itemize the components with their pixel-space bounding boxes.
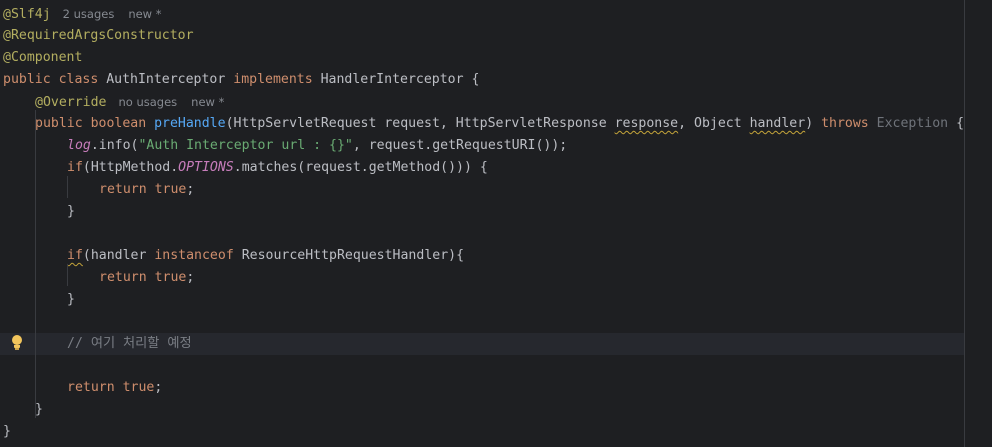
code-token: @Slf4j — [3, 7, 51, 22]
code-line[interactable]: public boolean preHandle(HttpServletRequ… — [0, 113, 964, 135]
code-token: preHandle — [154, 116, 226, 131]
code-line[interactable]: return true; — [0, 267, 964, 289]
code-token: @RequiredArgsConstructor — [3, 28, 194, 43]
lightbulb-icon[interactable] — [10, 335, 24, 351]
code-token: if — [67, 160, 83, 175]
code-token: ; — [154, 380, 163, 395]
code-line[interactable] — [0, 311, 964, 333]
code-line[interactable]: } — [0, 201, 964, 223]
code-token: HandlerInterceptor { — [320, 72, 480, 87]
code-token: } — [67, 204, 75, 219]
code-line[interactable]: @Component — [0, 47, 964, 69]
code-token: return true — [99, 270, 187, 285]
code-token: .matches(request.getMethod())) { — [233, 160, 488, 175]
indent-guide — [67, 264, 68, 286]
code-token: @Component — [3, 50, 83, 65]
code-token: ; — [186, 270, 195, 285]
indent-guide — [35, 110, 36, 418]
inlay-hint[interactable]: no usages — [118, 95, 177, 109]
code-token: if — [67, 248, 83, 263]
code-line[interactable]: @RequiredArgsConstructor — [0, 25, 964, 47]
code-token: return true — [99, 182, 187, 197]
code-token: public boolean — [35, 116, 155, 131]
inlay-hint[interactable]: new * — [191, 95, 224, 109]
code-line[interactable]: } — [0, 421, 964, 443]
code-line[interactable]: } — [0, 289, 964, 311]
code-token: (HttpMethod. — [82, 160, 179, 175]
code-token: // 여기 처리할 예정 — [67, 336, 192, 351]
code-line[interactable]: if(HttpMethod.OPTIONS.matches(request.ge… — [0, 157, 964, 179]
code-token: log — [67, 138, 91, 153]
code-token: } — [35, 402, 43, 417]
code-line[interactable]: if(handler instanceof ResourceHttpReques… — [0, 245, 964, 267]
code-line[interactable]: } — [0, 399, 964, 421]
code-token: { — [948, 116, 965, 131]
code-token: OPTIONS — [178, 160, 234, 175]
right-margin-guide — [964, 0, 965, 447]
code-line[interactable] — [0, 355, 964, 377]
code-token: @Override — [35, 95, 107, 110]
code-token: response — [614, 116, 679, 131]
code-token: "Auth Interceptor url : {}" — [138, 138, 353, 153]
code-token: } — [67, 292, 75, 307]
code-token: AuthInterceptor — [106, 72, 234, 87]
code-token: (HttpServletRequest request, HttpServlet… — [225, 116, 615, 131]
code-token: public class — [3, 72, 107, 87]
code-token: handler — [749, 116, 806, 131]
code-line[interactable]: public class AuthInterceptor implements … — [0, 69, 964, 91]
code-token: (handler — [82, 248, 155, 263]
code-token: return true — [67, 380, 155, 395]
code-line[interactable]: @Slf4j 2 usages new * — [0, 3, 964, 25]
code-editor[interactable]: }} return true;// 여기 처리할 예정} return true; i… — [0, 0, 992, 447]
code-line[interactable]: return true; — [0, 377, 964, 399]
code-token: } — [3, 424, 11, 439]
code-token: ) — [805, 116, 822, 131]
code-token: ; — [186, 182, 195, 197]
code-token: , request.getRequestURI()); — [352, 138, 568, 153]
inlay-hint[interactable]: new * — [128, 7, 161, 21]
code-token: Exception — [876, 116, 949, 131]
code-line[interactable]: return true; — [0, 179, 964, 201]
code-token: .info( — [90, 138, 139, 153]
code-line[interactable]: @Override no usages new * — [0, 91, 964, 113]
code-line[interactable]: // 여기 처리할 예정 — [0, 333, 964, 355]
code-token: throws — [821, 116, 877, 131]
code-line[interactable] — [0, 223, 964, 245]
code-token: implements — [233, 72, 321, 87]
code-token: , Object — [678, 116, 750, 131]
indent-guide — [67, 176, 68, 198]
inlay-hint[interactable]: 2 usages — [63, 7, 115, 21]
code-line[interactable]: log.info("Auth Interceptor url : {}", re… — [0, 135, 964, 157]
code-token: ResourceHttpRequestHandler){ — [241, 248, 465, 263]
code-token: instanceof — [154, 248, 242, 263]
